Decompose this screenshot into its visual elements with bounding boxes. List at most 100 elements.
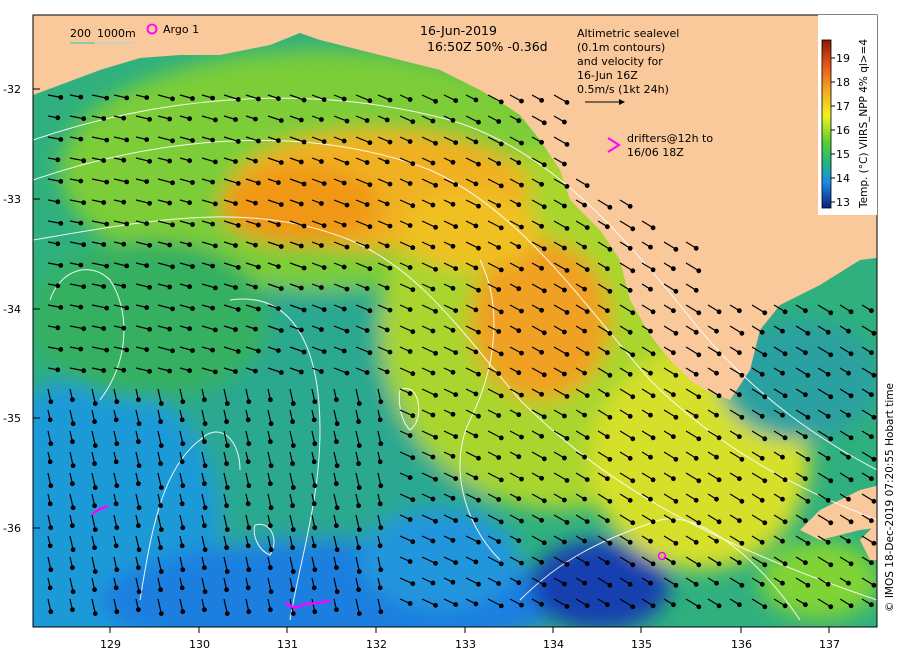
colorbar-scale [821,39,832,209]
velocity-arrow-head [384,369,390,375]
velocity-arrow-head [58,263,64,268]
velocity-arrow-head [378,441,384,447]
velocity-arrow-head [496,119,502,124]
velocity-arrow-head [312,399,318,405]
velocity-arrow-head [321,349,327,355]
velocity-arrow-head [212,369,218,375]
velocity-arrow-head [224,461,230,467]
velocity-arrow-head [519,350,524,356]
velocity-arrow-head [170,306,175,312]
velocity-arrow-head [104,95,110,101]
velocity-arrow-head [693,455,699,461]
velocity-arrow-head [562,539,567,545]
velocity-arrow-head [276,96,281,101]
velocity-arrow-head [114,567,120,573]
velocity-arrow-head [496,497,502,502]
velocity-arrow-head [319,201,324,206]
colorbar-tick-label: 17 [836,100,850,113]
velocity-arrow-head [301,97,307,103]
velocity-arrow-head [179,543,185,549]
velocity-arrow-head [825,329,831,335]
velocity-arrow-head [364,370,370,375]
velocity-arrow-head [410,539,416,545]
velocity-arrow-head [516,370,522,376]
velocity-arrow-head [825,455,831,461]
velocity-arrow-head [627,329,633,335]
velocity-arrow-head [430,454,436,460]
velocity-arrow-head [453,434,459,440]
velocity-arrow-head [136,547,142,553]
velocity-arrow-head [290,419,296,425]
velocity-arrow-head [407,517,413,522]
velocity-arrow-head [364,160,370,165]
velocity-arrow-head [696,604,702,610]
velocity-arrow-head [430,328,436,334]
velocity-arrow-head [101,368,107,373]
velocity-arrow-head [92,587,97,593]
velocity-arrow-head [268,439,273,445]
velocity-arrow-head [334,481,339,487]
velocity-arrow-head [869,560,874,566]
velocity-arrow-head [453,560,459,565]
velocity-arrow-head [245,459,251,465]
velocity-arrow-head [803,602,808,608]
velocity-arrow-head [430,118,436,124]
velocity-arrow-head [158,503,164,509]
velocity-arrow-head [233,285,238,290]
velocity-arrow-head [693,371,699,377]
velocity-arrow-head [312,609,318,615]
velocity-arrow-head [92,461,97,467]
velocity-arrow-head [605,476,610,482]
velocity-arrow-head [78,220,84,226]
velocity-arrow-head [407,559,413,564]
velocity-arrow-head [498,141,504,147]
velocity-arrow-head [253,284,258,290]
velocity-arrow-head [410,287,416,293]
velocity-arrow-head [846,496,851,502]
velocity-arrow-head [782,603,788,609]
velocity-arrow-head [714,454,719,460]
velocity-arrow-head [671,518,676,524]
velocity-arrow-head [136,505,142,511]
velocity-arrow-head [245,501,251,507]
velocity-arrow-head [224,503,230,509]
velocity-arrow-head [121,241,127,247]
velocity-arrow-head [344,160,350,166]
velocity-arrow-head [476,497,481,503]
velocity-arrow-head [803,434,808,440]
velocity-arrow-head [782,351,788,357]
velocity-arrow-head [158,545,164,551]
velocity-arrow-head [433,560,439,566]
velocity-arrow-head [356,485,362,491]
velocity-arrow-head [564,183,570,189]
velocity-arrow-head [256,180,261,186]
velocity-arrow-head [562,119,567,125]
velocity-arrow-head [848,561,854,567]
velocity-arrow-head [673,498,679,504]
velocity-arrow-head [650,477,656,483]
velocity-arrow-head [693,497,699,503]
velocity-arrow-head [539,433,544,439]
velocity-arrow-head [473,307,479,313]
velocity-arrow-head [104,263,110,269]
velocity-arrow-head [321,97,327,102]
velocity-arrow-head [496,245,502,250]
velocity-arrow-head [224,569,230,574]
velocity-arrow-head [450,369,456,375]
velocity-arrow-head [759,497,765,503]
velocity-arrow-head [224,611,230,616]
velocity-arrow-head [341,306,347,312]
velocity-arrow-head [48,525,54,531]
velocity-arrow-head [407,139,413,144]
drifters-line-1: drifters@12h to [627,132,713,145]
velocity-arrow-head [516,244,522,250]
velocity-arrow-head [341,222,347,228]
velocity-arrow-head [210,347,216,353]
velocity-arrow-head [377,501,383,507]
velocity-arrow-head [805,330,811,336]
velocity-arrow-head [498,477,504,483]
velocity-arrow-head [846,538,851,544]
velocity-arrow-head [562,581,567,587]
velocity-arrow-head [496,539,502,544]
velocity-arrow-head [114,483,120,489]
